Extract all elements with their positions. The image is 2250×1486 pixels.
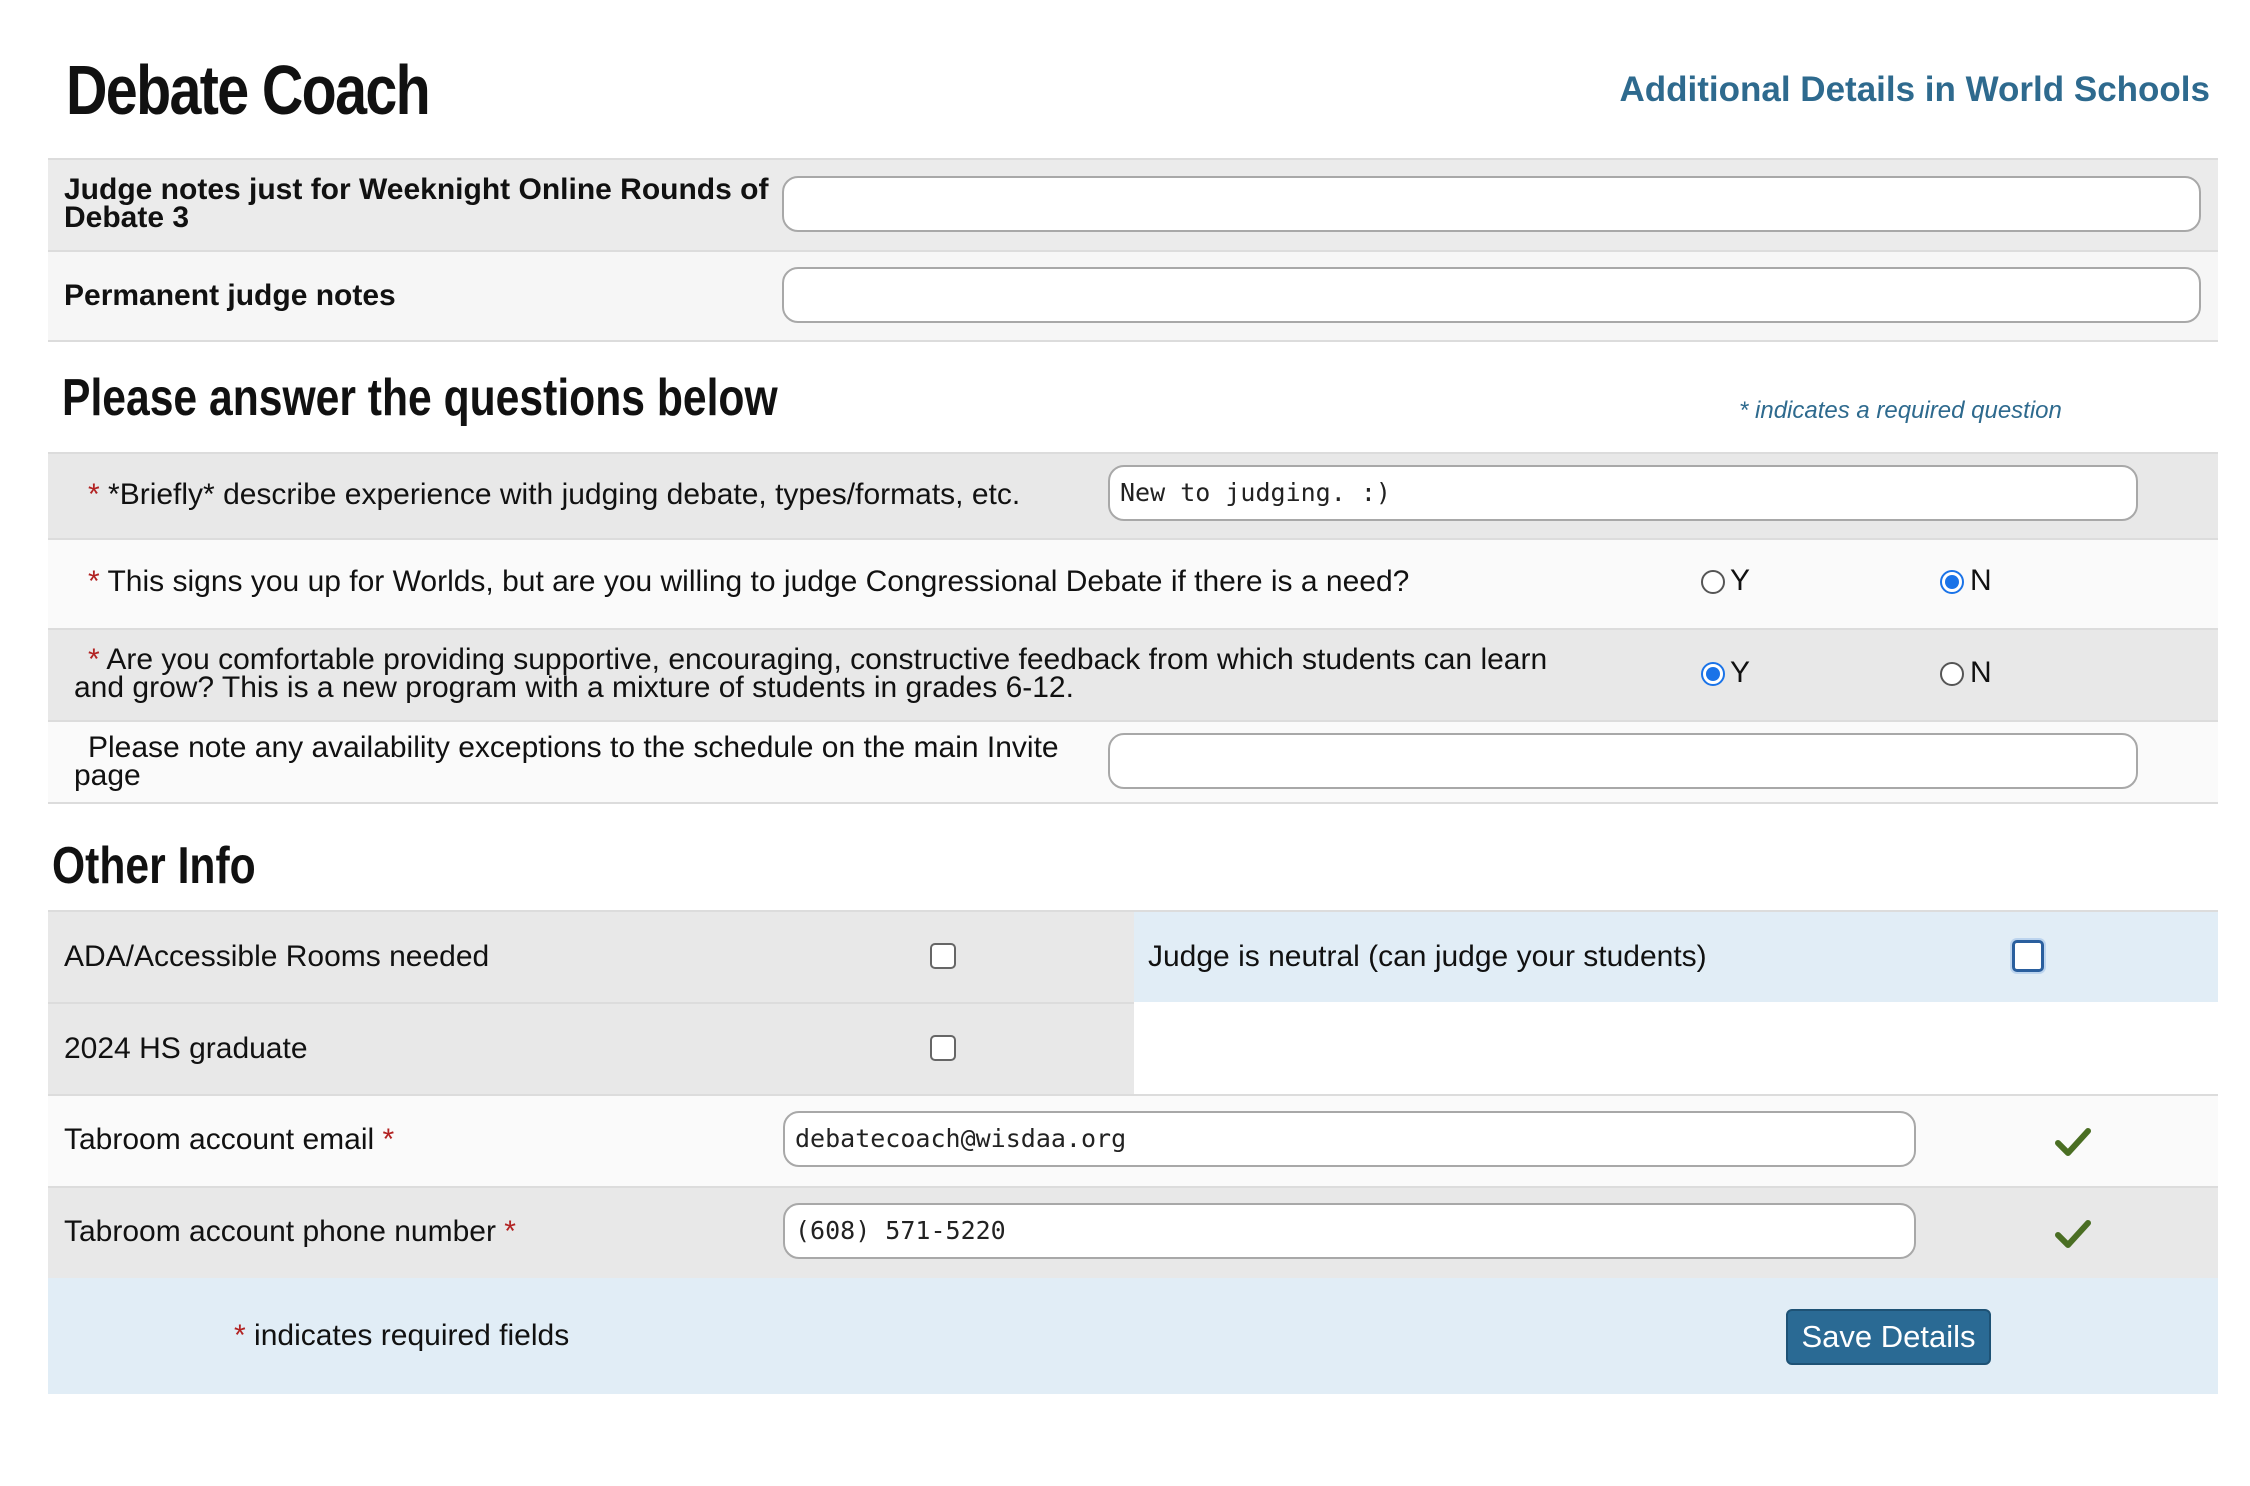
save-details-button[interactable]: Save Details (1786, 1309, 1991, 1365)
page-title: Debate Coach (66, 51, 431, 129)
checkmark-icon (2055, 1220, 2091, 1248)
experience-input[interactable]: New to judging. :) (1108, 465, 2138, 521)
other-info-heading: Other Info (52, 837, 256, 895)
congress-option-y: Y (1730, 564, 1751, 597)
permanent-notes-input[interactable] (782, 267, 2201, 323)
congress-radio-n[interactable] (1940, 570, 1964, 594)
feedback-radio-y[interactable] (1701, 662, 1725, 686)
feedback-radio-n[interactable] (1940, 662, 1964, 686)
congress-option-n: N (1970, 564, 1992, 597)
ada-label: ADA/Accessible Rooms needed (64, 940, 490, 973)
feedback-question: * Are you comfortable providing supporti… (74, 643, 1548, 704)
checkmark-icon (2055, 1128, 2091, 1156)
availability-question: Please note any availability exceptions … (74, 731, 1059, 792)
required-star: * (382, 1123, 395, 1156)
neutral-label: Judge is neutral (can judge your student… (1148, 940, 1707, 973)
weeknight-notes-input[interactable] (782, 176, 2201, 232)
email-label: Tabroom account email * (64, 1123, 395, 1156)
neutral-checkbox[interactable] (2012, 940, 2044, 972)
ada-checkbox[interactable] (930, 943, 956, 969)
required-fields-note: * indicates required fields (234, 1319, 570, 1352)
congress-radio-y[interactable] (1701, 570, 1725, 594)
feedback-option-y: Y (1730, 656, 1751, 689)
required-question-note: * indicates a required question (1739, 397, 2062, 424)
feedback-option-n: N (1970, 656, 1992, 689)
weeknight-notes-label: Judge notes just for Weeknight Online Ro… (64, 173, 769, 234)
congress-question: * This signs you up for Worlds, but are … (88, 565, 1410, 598)
required-star: * (88, 565, 100, 598)
experience-question: * *Briefly* describe experience with jud… (88, 478, 1021, 511)
required-star: * (234, 1319, 246, 1352)
required-star: * (504, 1215, 516, 1248)
availability-input[interactable] (1108, 733, 2138, 789)
permanent-notes-label: Permanent judge notes (64, 279, 396, 312)
questions-heading: Please answer the questions below (62, 369, 778, 427)
phone-input[interactable]: (608) 571-5220 (783, 1203, 1916, 1259)
phone-label: Tabroom account phone number * (64, 1215, 516, 1248)
world-schools-details-link[interactable]: Additional Details in World Schools (1619, 70, 2210, 110)
graduate-checkbox[interactable] (930, 1035, 956, 1061)
graduate-label: 2024 HS graduate (64, 1032, 308, 1065)
required-star: * (88, 478, 100, 511)
email-input[interactable]: debatecoach@wisdaa.org (783, 1111, 1916, 1167)
